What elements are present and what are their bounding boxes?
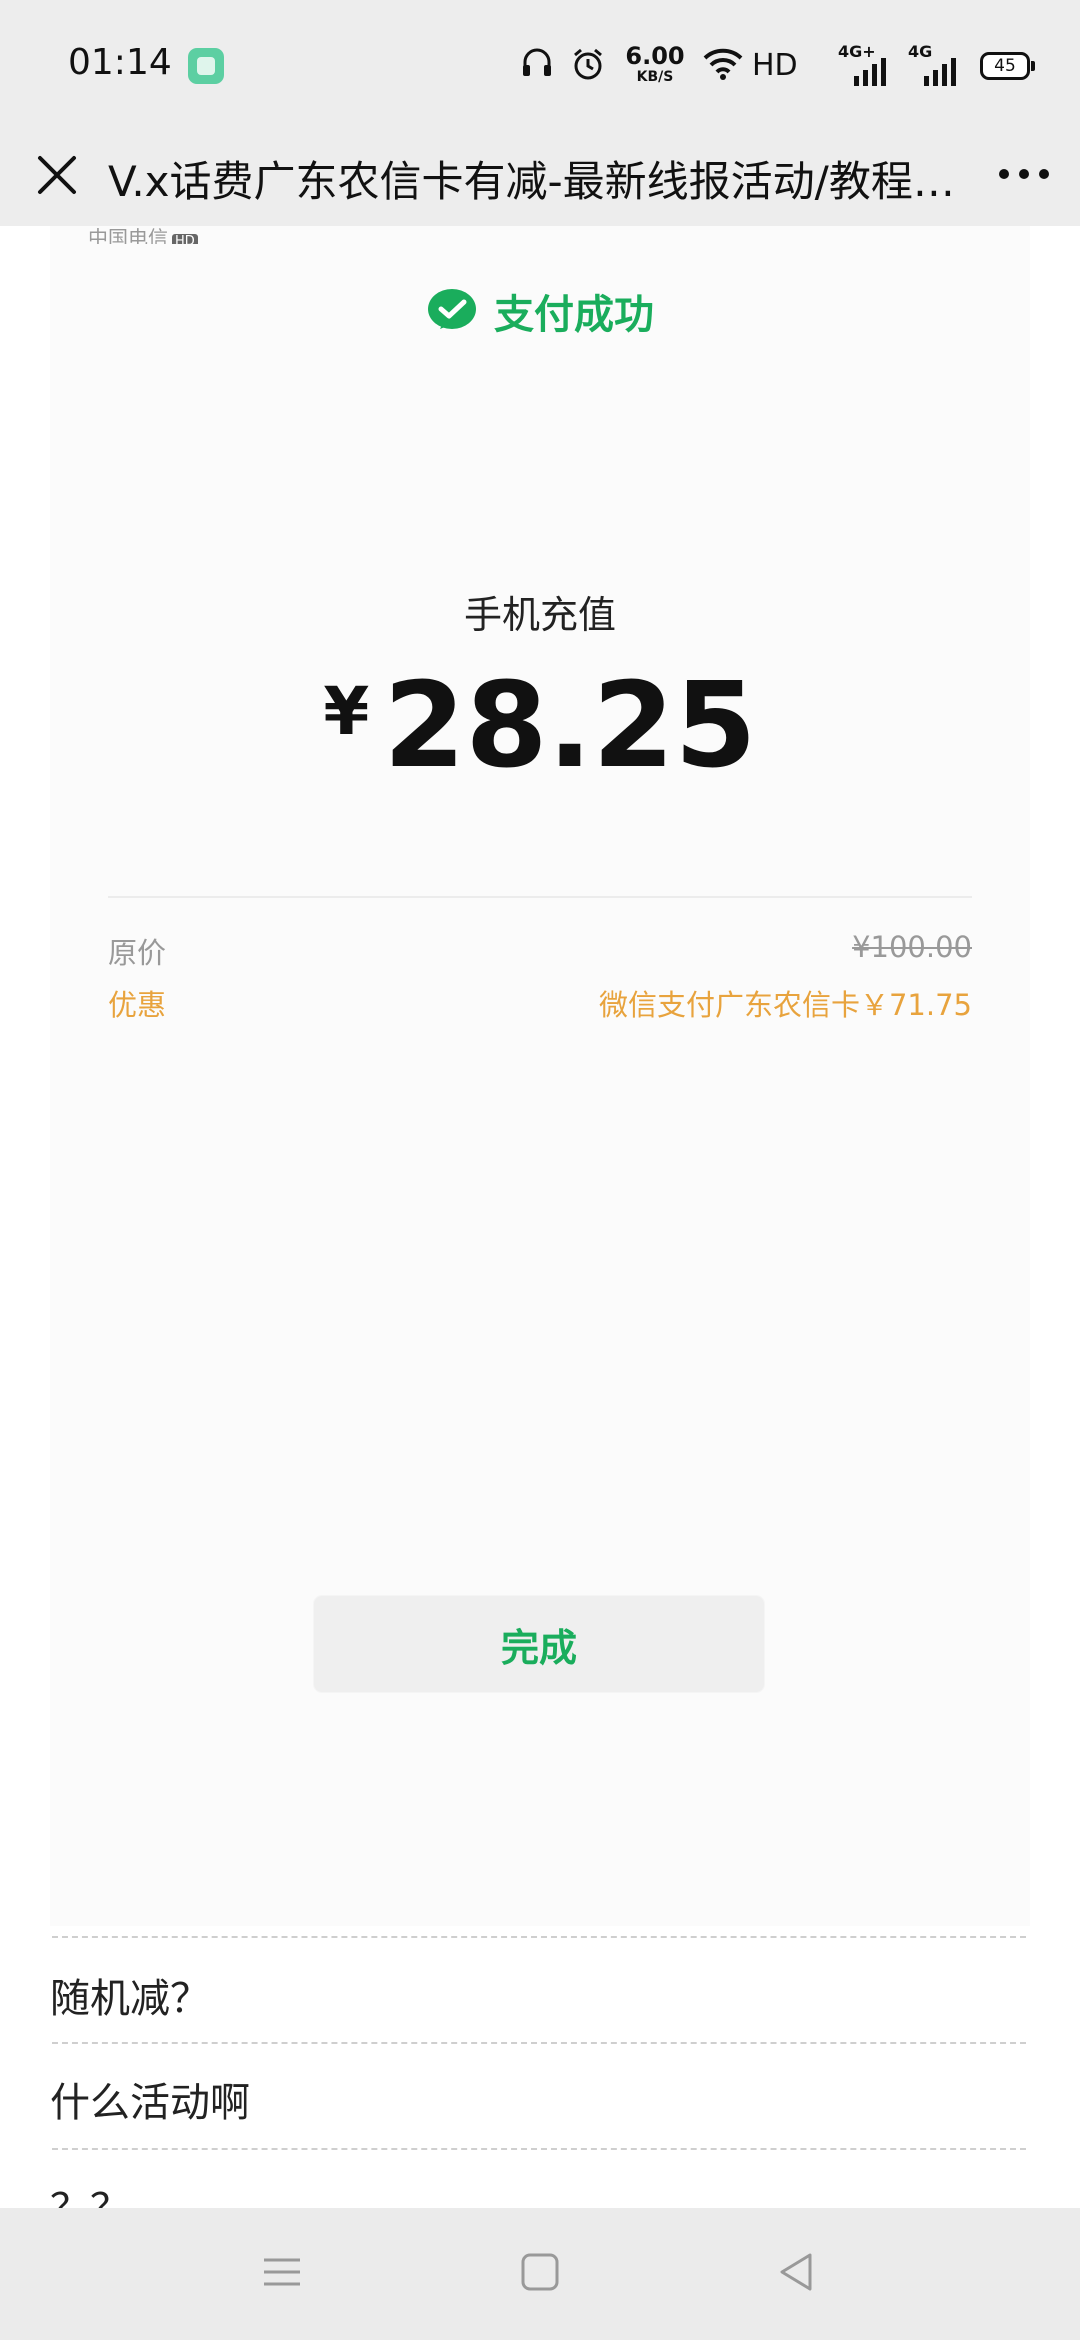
comment-item: 什么活动啊 — [50, 2080, 250, 2126]
original-price-row: 原价 ¥100.00 — [108, 930, 972, 972]
navigation-bar — [0, 2208, 1080, 2340]
menu-icon[interactable] — [260, 2250, 304, 2294]
signal-icon-2 — [924, 58, 956, 86]
speed-value: 6.00 — [625, 42, 685, 70]
embedded-hd: HD — [172, 234, 198, 244]
comment-item: 随机减？ — [50, 1976, 210, 2022]
more-icon[interactable] — [996, 154, 1052, 194]
divider — [52, 2042, 1026, 2044]
embedded-carrier: 中国电信 HD — [88, 226, 198, 244]
title-bar: V.x话费广东农信卡有减-最新线报活动/教程攻略-0818团 — [0, 130, 1080, 226]
hd-label: HD — [752, 48, 798, 83]
original-price-label: 原价 — [108, 936, 167, 970]
original-price-value: ¥100.00 — [852, 930, 972, 964]
page-title: V.x话费广东农信卡有减-最新线报活动/教程攻略-0818团 — [108, 157, 968, 206]
paid-amount: ¥28.25 — [50, 656, 1030, 794]
close-icon[interactable] — [34, 152, 80, 198]
alarm-icon — [574, 48, 602, 80]
pay-status: 支付成功 — [50, 282, 1030, 340]
product-name: 手机充值 — [463, 593, 616, 637]
wechat-pay-icon — [428, 289, 476, 329]
discount-row: 优惠 微信支付广东农信卡￥71.75 — [108, 982, 972, 1024]
home-icon[interactable] — [518, 2250, 562, 2294]
headset-icon — [523, 48, 551, 76]
discount-value: 微信支付广东农信卡￥71.75 — [598, 988, 972, 1022]
status-time: 01:14 — [68, 42, 172, 83]
amount-value: 28.25 — [383, 656, 757, 794]
wifi-icon — [703, 48, 743, 80]
back-icon[interactable] — [774, 2250, 818, 2294]
speed-unit: KB/S — [636, 69, 674, 85]
signal-icon — [854, 58, 886, 86]
status-bar: 01:14 6.00 KB/S HD 4G+ 4G 45 — [0, 0, 1080, 130]
network-speed: 6.00 KB/S — [620, 44, 690, 84]
divider — [108, 896, 972, 898]
done-button: 完成 — [314, 1596, 764, 1692]
payment-screenshot: 中国电信 HD 支付成功 手机充值 ¥28.25 原价 ¥100.00 优惠 微信… — [50, 226, 1030, 1926]
embedded-status-strip: 中国电信 HD — [88, 226, 1008, 244]
battery-icon: 45 — [980, 52, 1035, 80]
battery-level: 45 — [994, 56, 1016, 76]
currency-symbol: ¥ — [323, 673, 370, 750]
divider — [52, 2148, 1026, 2150]
app-notification-icon — [188, 48, 224, 84]
pay-status-text: 支付成功 — [494, 292, 654, 338]
status-icons: 6.00 KB/S HD 4G+ 4G 45 — [520, 36, 1080, 96]
discount-label: 优惠 — [108, 988, 167, 1022]
divider — [52, 1936, 1026, 1938]
